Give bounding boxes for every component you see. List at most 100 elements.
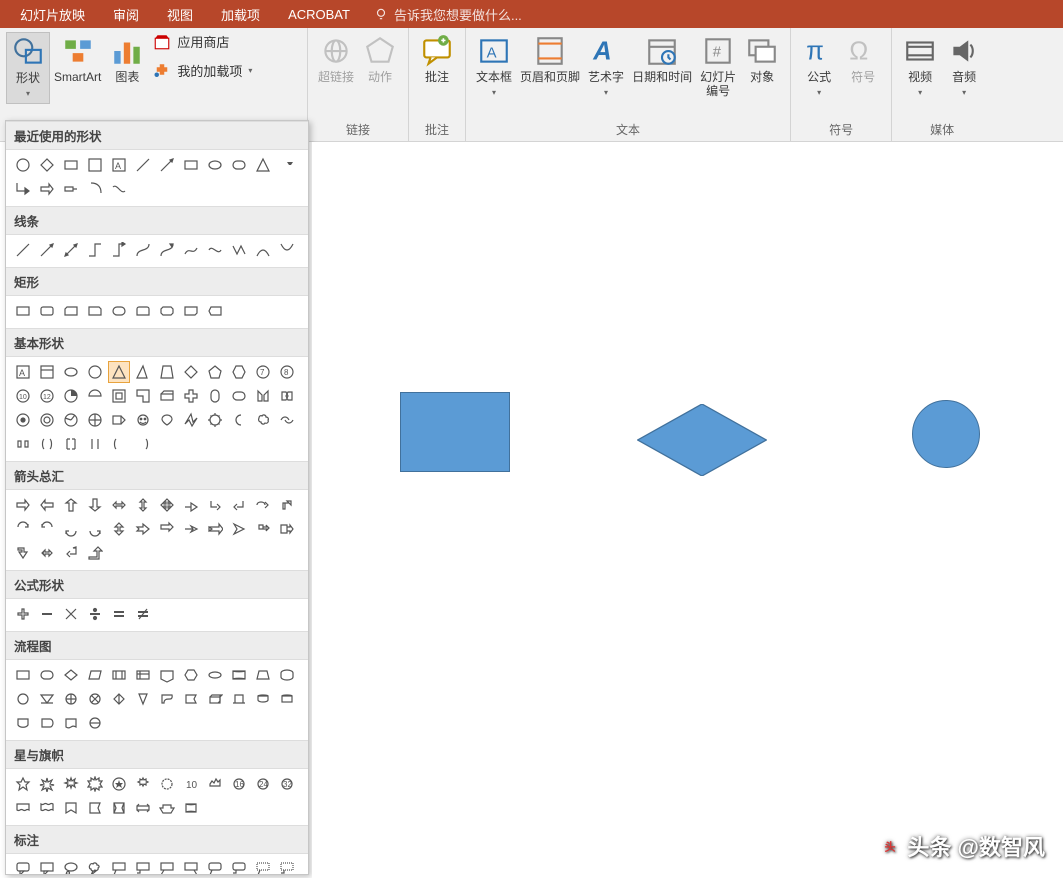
slide-number-button[interactable]: # 幻灯片 编号: [696, 32, 740, 100]
shape-item[interactable]: [36, 603, 58, 625]
shape-item[interactable]: [276, 494, 298, 516]
shape-item[interactable]: [108, 688, 130, 710]
shape-item[interactable]: [12, 518, 34, 540]
shape-item[interactable]: [108, 664, 130, 686]
shape-item[interactable]: [180, 494, 202, 516]
shape-item[interactable]: [204, 664, 226, 686]
video-button[interactable]: 视频▾: [898, 32, 942, 102]
shape-item[interactable]: [84, 300, 106, 322]
shape-item[interactable]: [108, 239, 130, 261]
shape-item[interactable]: [60, 773, 82, 795]
wordart-button[interactable]: A 艺术字▾: [584, 32, 628, 102]
shape-item[interactable]: [84, 361, 106, 383]
shape-item[interactable]: [204, 154, 226, 176]
shape-item[interactable]: [60, 409, 82, 431]
shape-item[interactable]: [84, 409, 106, 431]
shape-item[interactable]: 7: [252, 361, 274, 383]
shape-item[interactable]: [156, 385, 178, 407]
shape-item[interactable]: [84, 154, 106, 176]
shape-item[interactable]: [108, 603, 130, 625]
shape-item[interactable]: [132, 664, 154, 686]
shape-item[interactable]: 16: [228, 773, 250, 795]
shape-item[interactable]: [156, 154, 178, 176]
shape-item[interactable]: [12, 542, 34, 564]
tell-me-search[interactable]: 告诉我您想要做什么...: [374, 5, 522, 24]
shape-item[interactable]: [204, 858, 226, 875]
shape-item[interactable]: [252, 688, 274, 710]
tab-view[interactable]: 视图: [153, 0, 207, 28]
shape-item[interactable]: 10: [12, 385, 34, 407]
shape-item[interactable]: [252, 518, 274, 540]
shape-item[interactable]: [84, 542, 106, 564]
shape-item[interactable]: [180, 239, 202, 261]
shape-item[interactable]: [132, 688, 154, 710]
object-button[interactable]: 对象: [740, 32, 784, 86]
shape-item[interactable]: [36, 154, 58, 176]
shape-item[interactable]: [108, 797, 130, 819]
shape-item[interactable]: 10: [180, 773, 202, 795]
shape-item[interactable]: 8: [276, 361, 298, 383]
shape-item[interactable]: [60, 688, 82, 710]
shape-item[interactable]: [228, 664, 250, 686]
shape-item[interactable]: [276, 409, 298, 431]
shape-item[interactable]: [228, 494, 250, 516]
shape-item[interactable]: [84, 712, 106, 734]
shape-item[interactable]: [156, 239, 178, 261]
shape-item[interactable]: [276, 239, 298, 261]
shape-item[interactable]: [204, 300, 226, 322]
shape-item[interactable]: [252, 385, 274, 407]
shape-item[interactable]: [156, 409, 178, 431]
shape-item[interactable]: [180, 664, 202, 686]
action-button[interactable]: 动作: [358, 32, 402, 86]
shape-item[interactable]: [204, 773, 226, 795]
shape-item[interactable]: [60, 385, 82, 407]
shape-item[interactable]: [108, 518, 130, 540]
shape-item[interactable]: [60, 797, 82, 819]
shape-item[interactable]: [276, 858, 298, 875]
shape-item[interactable]: [12, 664, 34, 686]
shape-item[interactable]: [12, 773, 34, 795]
shape-item[interactable]: 12: [36, 385, 58, 407]
shape-item[interactable]: [228, 688, 250, 710]
shape-item[interactable]: [36, 239, 58, 261]
shape-item[interactable]: [156, 773, 178, 795]
shape-item[interactable]: [252, 858, 274, 875]
shape-item[interactable]: [84, 178, 106, 200]
shape-item[interactable]: [36, 542, 58, 564]
shape-item[interactable]: [132, 300, 154, 322]
shape-item[interactable]: [108, 409, 130, 431]
shape-item[interactable]: [84, 773, 106, 795]
shape-item[interactable]: 32: [276, 773, 298, 795]
shape-item[interactable]: [276, 664, 298, 686]
shape-item[interactable]: [36, 494, 58, 516]
shape-item[interactable]: [132, 773, 154, 795]
shape-item[interactable]: [252, 494, 274, 516]
tab-review[interactable]: 审阅: [99, 0, 153, 28]
shape-item[interactable]: [228, 385, 250, 407]
slide-canvas[interactable]: [312, 142, 1063, 878]
shape-item[interactable]: A: [108, 154, 130, 176]
shape-item[interactable]: [12, 178, 34, 200]
shape-item[interactable]: [60, 664, 82, 686]
circle-shape[interactable]: [912, 400, 980, 468]
datetime-button[interactable]: 日期和时间: [628, 32, 696, 86]
shape-item[interactable]: [180, 385, 202, 407]
shape-item[interactable]: [12, 300, 34, 322]
header-footer-button[interactable]: 页眉和页脚: [516, 32, 584, 86]
shape-item[interactable]: [132, 858, 154, 875]
shape-item[interactable]: A: [12, 361, 34, 383]
shape-item[interactable]: [84, 433, 106, 455]
shape-item[interactable]: [108, 178, 130, 200]
shape-item[interactable]: [36, 178, 58, 200]
shape-item[interactable]: [36, 409, 58, 431]
shape-item[interactable]: [276, 518, 298, 540]
app-store-button[interactable]: 应用商店: [153, 32, 252, 51]
shape-item[interactable]: [84, 688, 106, 710]
shape-item[interactable]: [156, 858, 178, 875]
shape-item[interactable]: [156, 664, 178, 686]
shape-item[interactable]: [84, 385, 106, 407]
shape-item[interactable]: [180, 797, 202, 819]
shape-item[interactable]: [60, 542, 82, 564]
shape-item[interactable]: [180, 688, 202, 710]
shape-item[interactable]: [180, 409, 202, 431]
